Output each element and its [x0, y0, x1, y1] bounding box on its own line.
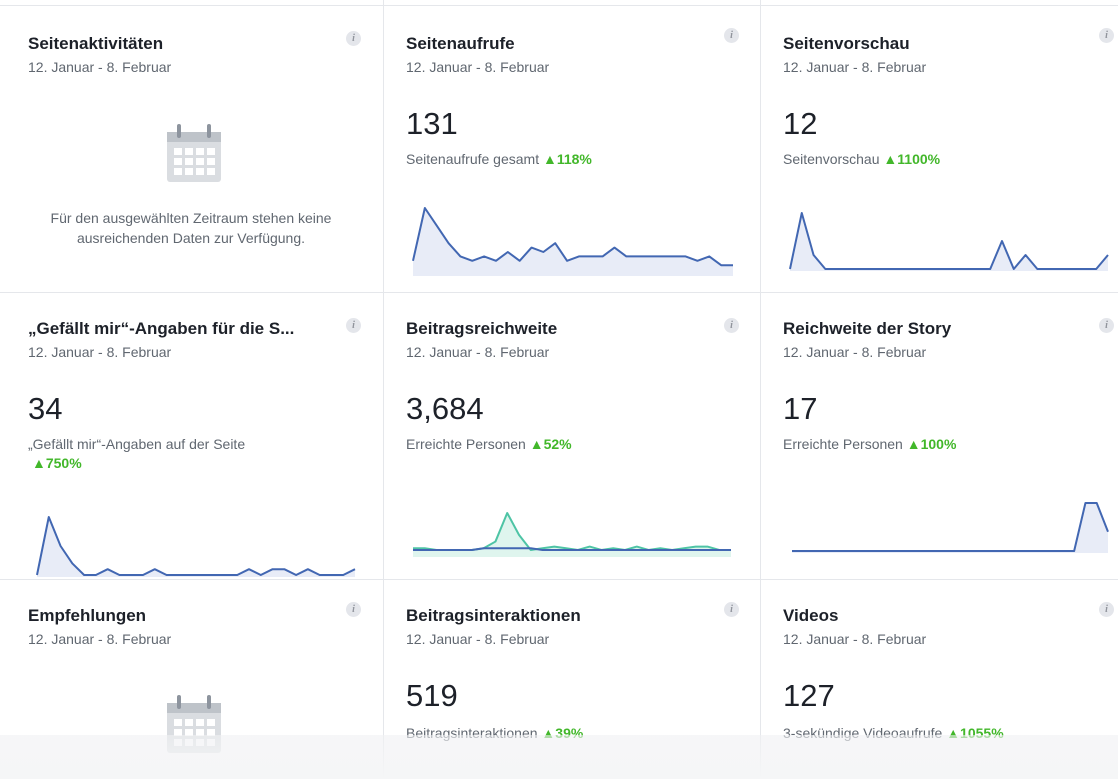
info-icon[interactable]: i: [1099, 318, 1114, 333]
seitenvorschau-sparkline: [789, 212, 1109, 271]
card-date-range: 12. Januar - 8. Februar: [28, 631, 172, 647]
card-title: Beitragsreichweite: [406, 319, 558, 338]
beitragsreichweite-sparkline: [413, 512, 731, 557]
gefaellt-mir-spark-area: [37, 517, 355, 577]
card-title: Seitenvorschau: [783, 34, 910, 53]
card-date-range: 12. Januar - 8. Februar: [28, 344, 172, 360]
card-beitragsreichweite[interactable]: Beitragsreichweite 12. Januar - 8. Febru…: [384, 293, 760, 579]
metric-label-text: „Gefällt mir“-Angaben auf der Seite: [28, 436, 246, 452]
metric-value: 3,684: [406, 391, 484, 426]
seitenaufrufe-spark-line: [412, 207, 733, 267]
seitenvorschau-spark-area: [790, 213, 1108, 271]
card-title: Beitragsinteraktionen: [406, 606, 581, 625]
info-icon[interactable]: i: [1099, 602, 1114, 617]
metric-change: ▲1100%: [883, 151, 941, 167]
metric-value: 17: [783, 391, 818, 426]
info-icon[interactable]: i: [724, 28, 739, 43]
seitenvorschau-spark-line: [789, 212, 1109, 270]
info-icon[interactable]: i: [724, 318, 739, 333]
card-seitenaktivitaeten[interactable]: Seitenaktivitäten 12. Januar - 8. Februa…: [0, 6, 383, 292]
card-title: Empfehlungen: [28, 606, 147, 625]
metric-change: ▲100%: [906, 436, 957, 452]
metric-value: 127: [783, 678, 835, 713]
metric-label-text: Seitenvorschau: [783, 151, 880, 167]
seitenaufrufe-spark-area: [413, 208, 733, 276]
metric-change: ▲52%: [529, 436, 572, 452]
scroll-fade-overlay: [0, 735, 1118, 779]
gefaellt-mir-spark-line: [36, 516, 356, 576]
card-title: Seitenaufrufe: [406, 34, 515, 53]
story-sparkline: [792, 502, 1109, 553]
info-icon[interactable]: i: [724, 602, 739, 617]
card-story[interactable]: Reichweite der Story 12. Januar - 8. Feb…: [761, 293, 1118, 579]
story-spark-line: [792, 502, 1109, 552]
metric-value: 519: [406, 678, 458, 713]
metric-label-text: Erreichte Personen: [406, 436, 526, 452]
gefaellt-mir-sparkline: [36, 516, 356, 577]
metric-change: ▲118%: [542, 151, 592, 167]
metric-change: ▲750%: [32, 455, 82, 471]
card-title: Seitenaktivitäten: [28, 34, 164, 53]
card-date-range: 12. Januar - 8. Februar: [783, 631, 927, 647]
no-data-message: Für den ausgewählten Zeitraum stehen kei…: [50, 210, 332, 246]
card-date-range: 12. Januar - 8. Februar: [28, 59, 172, 75]
info-icon[interactable]: i: [346, 31, 361, 46]
card-title: Reichweite der Story: [783, 319, 952, 338]
card-date-range: 12. Januar - 8. Februar: [406, 59, 550, 75]
beitragsreichweite-spark-paid-line: [413, 512, 731, 551]
card-title: Videos: [783, 606, 839, 625]
card-date-range: 12. Januar - 8. Februar: [783, 344, 927, 360]
info-icon[interactable]: i: [346, 602, 361, 617]
metric-label-text: Erreichte Personen: [783, 436, 903, 452]
metric-label-text: Seitenaufrufe gesamt: [406, 151, 540, 167]
metric-label: Erreichte Personen ▲100%: [783, 436, 956, 452]
calendar-icon: [167, 124, 221, 182]
seitenaufrufe-sparkline: [412, 207, 733, 276]
card-seitenvorschau[interactable]: Seitenvorschau 12. Januar - 8. Februar i…: [761, 6, 1118, 292]
metric-label: Erreichte Personen ▲52%: [406, 436, 572, 452]
card-seitenaufrufe[interactable]: Seitenaufrufe 12. Januar - 8. Februar i …: [384, 6, 760, 292]
info-icon[interactable]: i: [346, 318, 361, 333]
metric-label: Seitenaufrufe gesamt ▲118%: [406, 151, 592, 167]
metric-value: 34: [28, 391, 63, 426]
metric-label: Seitenvorschau ▲1100%: [783, 151, 940, 167]
metric-value: 12: [783, 106, 818, 141]
card-date-range: 12. Januar - 8. Februar: [406, 631, 550, 647]
insights-grid: Seitenaktivitäten 12. Januar - 8. Februa…: [0, 0, 1118, 779]
story-spark-area: [792, 503, 1108, 553]
info-icon[interactable]: i: [1099, 28, 1114, 43]
card-gefaellt-mir[interactable]: „Gefällt mir“-Angaben für die S... 12. J…: [0, 293, 383, 579]
metric-value: 131: [406, 106, 458, 141]
card-date-range: 12. Januar - 8. Februar: [406, 344, 550, 360]
card-date-range: 12. Januar - 8. Februar: [783, 59, 927, 75]
card-title: „Gefällt mir“-Angaben für die S...: [28, 319, 295, 338]
